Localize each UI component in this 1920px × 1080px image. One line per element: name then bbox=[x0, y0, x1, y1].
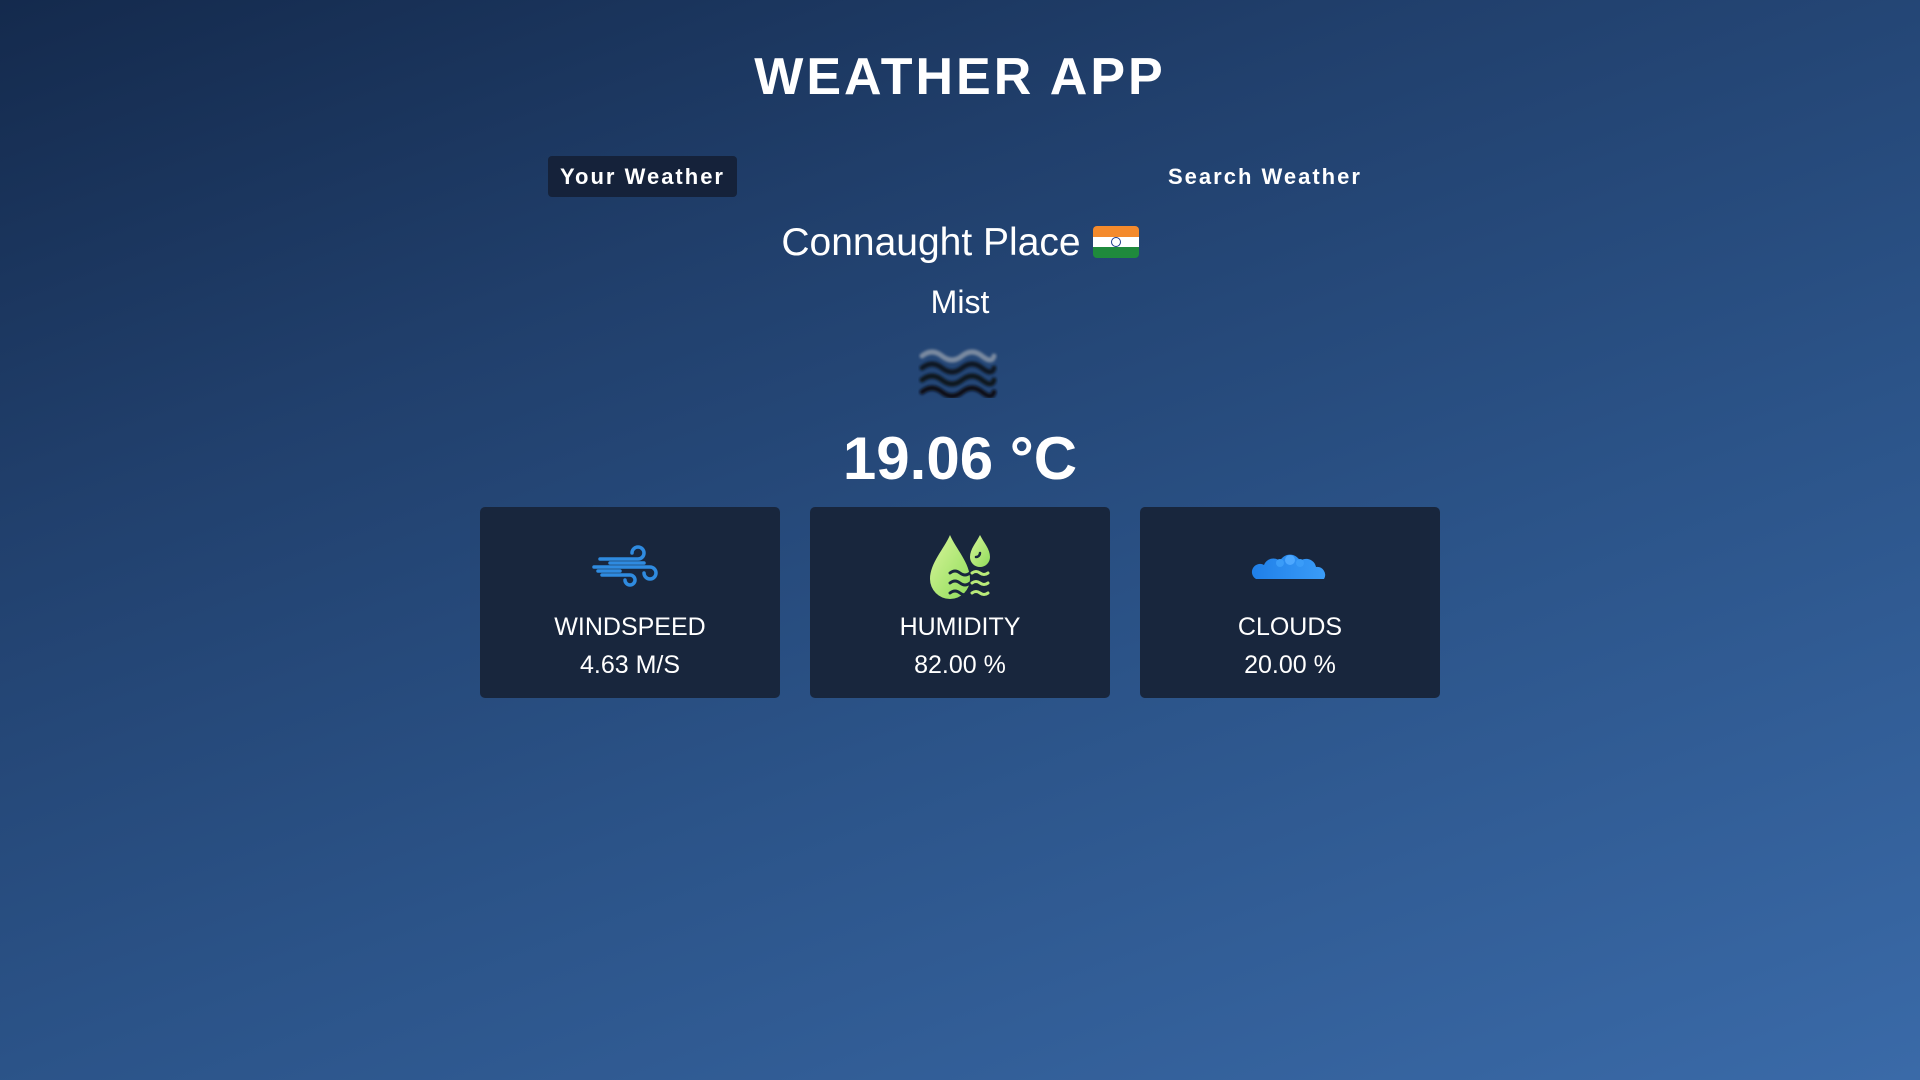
humidity-value: 82.00 % bbox=[914, 651, 1006, 679]
app-title: WEATHER APP bbox=[754, 48, 1166, 106]
clouds-value: 20.00 % bbox=[1244, 651, 1336, 679]
wind-icon bbox=[590, 527, 670, 607]
clouds-label: CLOUDS bbox=[1237, 613, 1343, 641]
windspeed-card: WINDSPEED 4.63 M/S bbox=[480, 507, 780, 698]
location-name: Connaught Place bbox=[781, 221, 1081, 264]
location-heading: Connaught Place bbox=[0, 218, 1920, 268]
windspeed-value: 4.63 M/S bbox=[579, 651, 681, 679]
cloud-icon bbox=[1250, 527, 1330, 607]
weather-condition: Mist bbox=[930, 284, 990, 320]
temperature-value: 19.06 °C bbox=[842, 425, 1078, 492]
clouds-card: CLOUDS 20.00 % bbox=[1140, 507, 1440, 698]
windspeed-label: WINDSPEED bbox=[554, 613, 706, 641]
tab-search-weather[interactable]: Search Weather bbox=[1156, 156, 1374, 197]
india-flag-icon bbox=[1092, 226, 1139, 258]
mist-icon bbox=[918, 346, 998, 399]
tab-your-weather[interactable]: Your Weather bbox=[548, 156, 737, 197]
humidity-icon bbox=[920, 527, 1000, 607]
humidity-label: HUMIDITY bbox=[899, 613, 1021, 641]
humidity-card: HUMIDITY 82.00 % bbox=[810, 507, 1110, 698]
